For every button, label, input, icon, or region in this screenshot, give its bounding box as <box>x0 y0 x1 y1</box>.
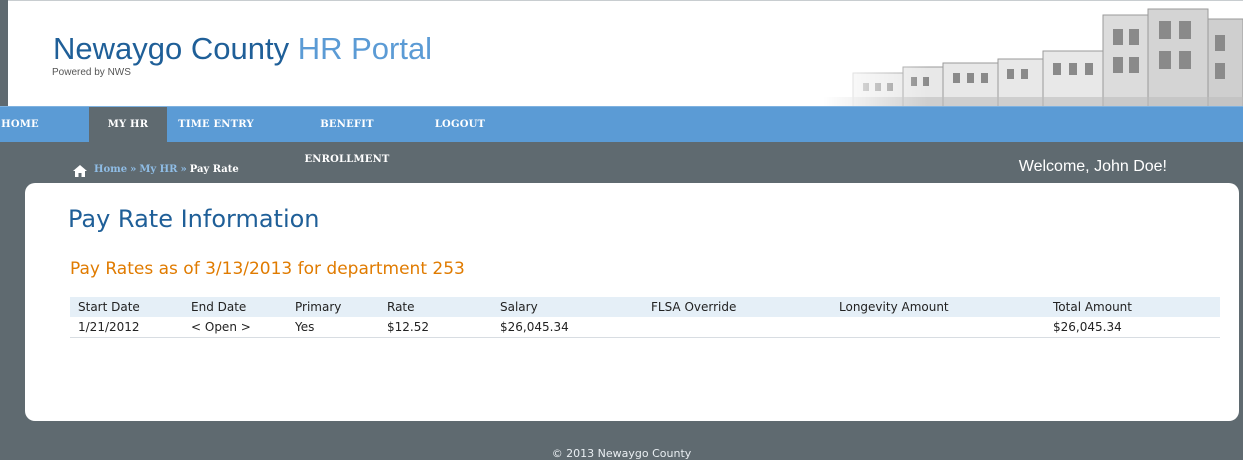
breadcrumb-separator: » <box>130 164 137 175</box>
logo-title-part2: HR Portal <box>297 31 433 66</box>
logo-title-part1: Newaygo County <box>53 31 290 66</box>
cell-rate: $12.52 <box>379 317 492 338</box>
breadcrumb-my-hr[interactable]: My HR <box>139 164 177 175</box>
breadcrumb: Home» My HR» Pay Rate <box>94 164 239 175</box>
col-header-salary: Salary <box>492 297 643 317</box>
cell-flsa-override <box>643 317 831 338</box>
col-header-end-date: End Date <box>183 297 287 317</box>
cell-total-amount: $26,045.34 <box>1045 317 1220 338</box>
cell-end-date: < Open > <box>183 317 287 338</box>
table-header-row: Start Date End Date Primary Rate Salary … <box>70 297 1220 317</box>
page-title: Pay Rate Information <box>68 205 320 233</box>
town-buildings-image <box>823 1 1243 107</box>
content-card: Pay Rate Information Pay Rates as of 3/1… <box>25 183 1239 421</box>
nav-my-hr[interactable]: MY HR <box>89 107 167 142</box>
powered-by: Powered by NWS <box>52 67 131 78</box>
breadcrumb-home[interactable]: Home <box>94 164 127 175</box>
cell-longevity-amount <box>831 317 1045 338</box>
nav-home[interactable]: HOME <box>0 107 40 142</box>
main-nav: HOME MY HR TIME ENTRY BENEFIT ENROLLMENT… <box>0 106 1243 165</box>
left-edge <box>0 0 8 459</box>
table-row: 1/21/2012 < Open > Yes $12.52 $26,045.34… <box>70 317 1220 338</box>
nav-benefit-enrollment[interactable]: BENEFIT ENROLLMENT <box>282 107 412 165</box>
col-header-total-amount: Total Amount <box>1045 297 1220 317</box>
cell-primary: Yes <box>287 317 379 338</box>
cell-salary: $26,045.34 <box>492 317 643 338</box>
site-logo[interactable]: Newaygo County HR Portal <box>53 31 432 67</box>
col-header-primary: Primary <box>287 297 379 317</box>
home-icon[interactable] <box>72 164 88 178</box>
footer-copyright: © 2013 Newaygo County <box>551 447 692 460</box>
nav-time-entry[interactable]: TIME ENTRY <box>175 107 257 142</box>
site-header: Newaygo County HR Portal Powered by NWS <box>8 0 1243 107</box>
breadcrumb-bar: Home» My HR» Pay Rate Welcome, John Doe! <box>8 142 1243 184</box>
col-header-longevity-amount: Longevity Amount <box>831 297 1045 317</box>
col-header-rate: Rate <box>379 297 492 317</box>
breadcrumb-current: Pay Rate <box>189 164 239 175</box>
pay-rate-table: Start Date End Date Primary Rate Salary … <box>70 297 1220 338</box>
nav-logout[interactable]: LOGOUT <box>430 107 490 142</box>
breadcrumb-separator: » <box>180 164 187 175</box>
section-title: Pay Rates as of 3/13/2013 for department… <box>70 259 465 279</box>
col-header-start-date: Start Date <box>70 297 183 317</box>
cell-start-date: 1/21/2012 <box>70 317 183 338</box>
welcome-message: Welcome, John Doe! <box>1018 158 1167 175</box>
col-header-flsa-override: FLSA Override <box>643 297 831 317</box>
